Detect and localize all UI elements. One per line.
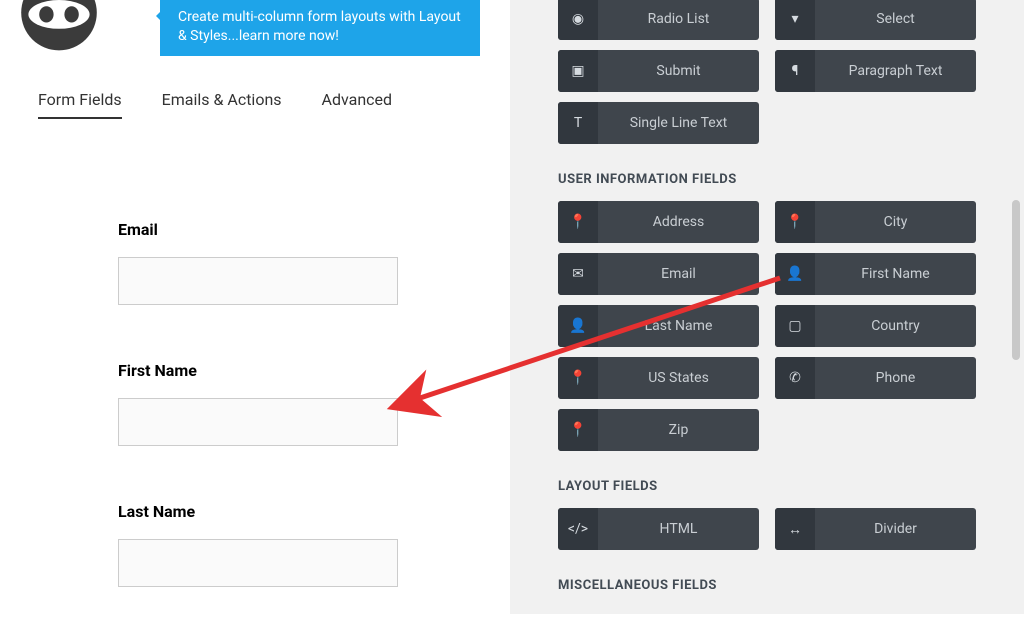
- user-info-fields-grid: 📍 Address 📍 City ✉ Email 👤 First Name 👤 …: [558, 201, 976, 451]
- field-type-label: Country: [815, 305, 976, 347]
- field-type-phone[interactable]: ✆ Phone: [775, 357, 976, 399]
- field-block-email[interactable]: Email: [118, 220, 398, 305]
- field-type-label: Submit: [598, 50, 759, 92]
- tab-emails-actions[interactable]: Emails & Actions: [162, 90, 282, 119]
- field-input[interactable]: [118, 539, 398, 587]
- marker-icon: 📍: [558, 357, 598, 399]
- section-title-layout: LAYOUT FIELDS: [558, 479, 976, 494]
- field-type-label: Address: [598, 201, 759, 243]
- layout-fields-grid: </> HTML ↔ Divider: [558, 508, 976, 550]
- marker-icon: 📍: [775, 201, 815, 243]
- field-type-first-name[interactable]: 👤 First Name: [775, 253, 976, 295]
- promo-banner[interactable]: Create multi-column form layouts with La…: [160, 0, 480, 56]
- field-input[interactable]: [118, 257, 398, 305]
- field-label: Last Name: [118, 502, 398, 521]
- user-icon: 👤: [558, 305, 598, 347]
- form-preview: Email First Name Last Name: [118, 220, 398, 643]
- section-title-user-info: USER INFORMATION FIELDS: [558, 172, 976, 187]
- field-type-label: Divider: [815, 508, 976, 550]
- field-type-submit[interactable]: ▣ Submit: [558, 50, 759, 92]
- field-type-country[interactable]: ▢ Country: [775, 305, 976, 347]
- arrows-h-icon: ↔: [775, 508, 815, 550]
- field-type-label: Single Line Text: [598, 102, 759, 144]
- marker-icon: 📍: [558, 201, 598, 243]
- field-type-city[interactable]: 📍 City: [775, 201, 976, 243]
- field-type-email[interactable]: ✉ Email: [558, 253, 759, 295]
- field-type-label: Phone: [815, 357, 976, 399]
- section-title-misc: MISCELLANEOUS FIELDS: [558, 578, 976, 593]
- field-type-address[interactable]: 📍 Address: [558, 201, 759, 243]
- field-type-paragraph-text[interactable]: ¶ Paragraph Text: [775, 50, 976, 92]
- field-type-label: Paragraph Text: [815, 50, 976, 92]
- form-builder-canvas: Create multi-column form layouts with La…: [0, 0, 510, 614]
- field-type-label: HTML: [598, 508, 759, 550]
- square-outline-icon: ▢: [775, 305, 815, 347]
- text-icon: T: [558, 102, 598, 144]
- tab-form-fields[interactable]: Form Fields: [38, 90, 122, 119]
- code-icon: </>: [558, 508, 598, 550]
- builder-tabs: Form Fields Emails & Actions Advanced: [38, 90, 392, 119]
- common-fields-grid: ◉ Radio List ▾ Select ▣ Submit ¶ Paragra…: [558, 0, 976, 144]
- marker-icon: 📍: [558, 409, 598, 451]
- tab-advanced[interactable]: Advanced: [322, 90, 393, 119]
- field-type-label: Last Name: [598, 305, 759, 347]
- field-type-label: Select: [815, 0, 976, 40]
- field-type-divider[interactable]: ↔ Divider: [775, 508, 976, 550]
- paragraph-icon: ¶: [775, 50, 815, 92]
- field-label: First Name: [118, 361, 398, 380]
- field-type-select[interactable]: ▾ Select: [775, 0, 976, 40]
- phone-icon: ✆: [775, 357, 815, 399]
- field-block-first-name[interactable]: First Name: [118, 361, 398, 446]
- scrollbar[interactable]: [1012, 200, 1020, 360]
- promo-text: Create multi-column form layouts with La…: [178, 9, 461, 44]
- field-type-label: Zip: [598, 409, 759, 451]
- field-input[interactable]: [118, 398, 398, 446]
- field-type-label: City: [815, 201, 976, 243]
- field-type-label: Radio List: [598, 0, 759, 40]
- radio-icon: ◉: [558, 0, 598, 40]
- field-label: Email: [118, 220, 398, 239]
- user-icon: 👤: [775, 253, 815, 295]
- field-type-zip[interactable]: 📍 Zip: [558, 409, 759, 451]
- field-type-label: First Name: [815, 253, 976, 295]
- ninja-logo: [14, 0, 104, 52]
- square-icon: ▣: [558, 50, 598, 92]
- field-type-us-states[interactable]: 📍 US States: [558, 357, 759, 399]
- field-type-single-line-text[interactable]: T Single Line Text: [558, 102, 759, 144]
- field-type-last-name[interactable]: 👤 Last Name: [558, 305, 759, 347]
- chevron-down-icon: ▾: [775, 0, 815, 40]
- envelope-icon: ✉: [558, 253, 598, 295]
- field-type-radio-list[interactable]: ◉ Radio List: [558, 0, 759, 40]
- field-type-label: Email: [598, 253, 759, 295]
- field-type-label: US States: [598, 357, 759, 399]
- field-block-last-name[interactable]: Last Name: [118, 502, 398, 587]
- field-type-html[interactable]: </> HTML: [558, 508, 759, 550]
- field-palette: ◉ Radio List ▾ Select ▣ Submit ¶ Paragra…: [510, 0, 1024, 614]
